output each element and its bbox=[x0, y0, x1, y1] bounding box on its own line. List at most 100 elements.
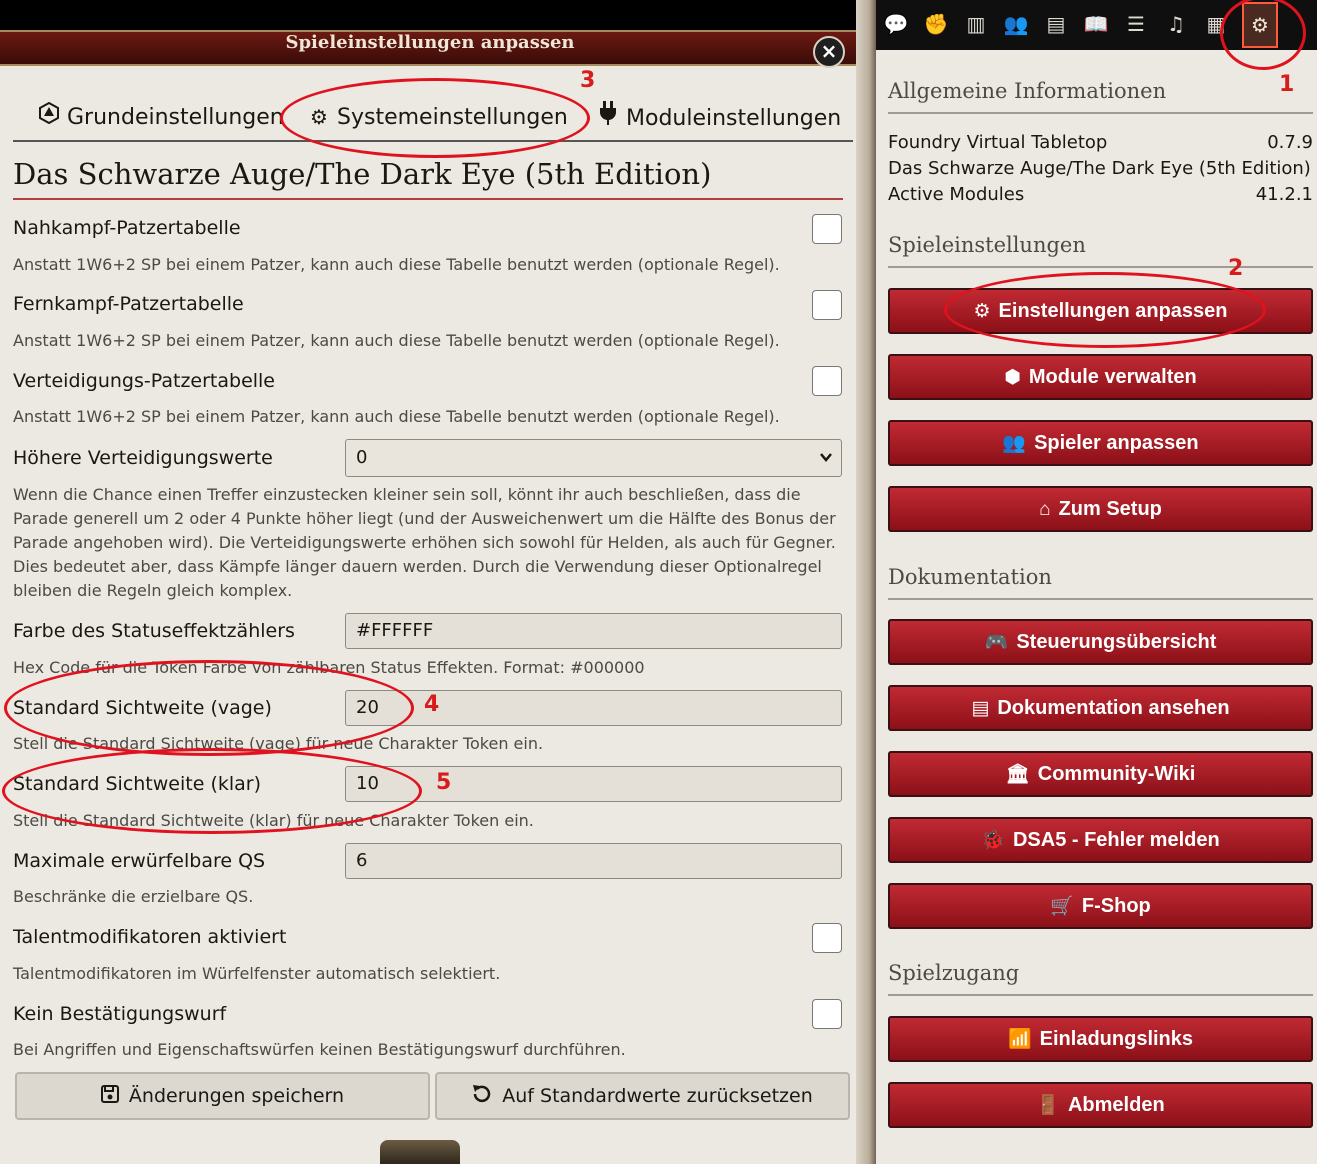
tab-module-settings-label: Moduleinstellungen bbox=[626, 106, 842, 131]
info-value: 41.2.1 bbox=[1255, 184, 1313, 205]
save-button-label: Änderungen speichern bbox=[128, 1085, 345, 1107]
higher-defense-value: 0 bbox=[356, 447, 368, 468]
button-label: Steuerungsübersicht bbox=[1016, 631, 1217, 653]
button-label: Community-Wiki bbox=[1037, 763, 1196, 785]
ranged-fumble-checkbox[interactable] bbox=[812, 290, 842, 320]
game-access-header: Spielzugang bbox=[888, 958, 1313, 996]
button-label: DSA5 - Fehler melden bbox=[1012, 829, 1220, 851]
info-name: Active Modules bbox=[888, 184, 1025, 205]
invitation-links-button[interactable]: 📶 Einladungslinks bbox=[888, 1016, 1313, 1062]
general-info-header: Allgemeine Informationen bbox=[888, 76, 1313, 114]
info-name: Foundry Virtual Tabletop bbox=[888, 132, 1108, 153]
setting-label-melee-fumble: Nahkampf-Patzertabelle bbox=[13, 217, 241, 239]
annotation-number-4: 4 bbox=[424, 692, 440, 717]
dialog-title: Spieleinstellungen anpassen bbox=[285, 32, 575, 53]
cart-icon: 🛒 bbox=[1050, 896, 1074, 917]
annotation-number-1: 1 bbox=[1279, 72, 1295, 97]
landmark-icon: 🏛 bbox=[1005, 764, 1030, 785]
community-wiki-button[interactable]: 🏛 Community-Wiki bbox=[888, 751, 1313, 797]
game-settings-header: Spieleinstellungen bbox=[888, 230, 1313, 268]
sight-dim-input[interactable]: 20 bbox=[345, 690, 842, 726]
setting-label-no-confirm: Kein Bestätigungswurf bbox=[13, 1003, 227, 1025]
annotation-circle-2 bbox=[944, 272, 1266, 348]
cube-icon: ⬢ bbox=[1004, 367, 1021, 388]
save-icon bbox=[100, 1075, 119, 1119]
annotation-circle-3 bbox=[280, 78, 590, 158]
annotation-circle-5 bbox=[2, 748, 422, 834]
sidebar: 💬 ✊ ▥ 👥 ▤ 📖 ☰ ♫ ▦ ⚙ Allgemeine Informati… bbox=[876, 0, 1317, 1164]
setting-hint-talent-mods: Talentmodifikatoren im Würfelfenster aut… bbox=[13, 964, 501, 983]
actors-icon[interactable]: 👥 bbox=[1002, 10, 1030, 38]
view-docs-button[interactable]: ▤ Dokumentation ansehen bbox=[888, 685, 1313, 731]
defense-fumble-checkbox[interactable] bbox=[812, 366, 842, 396]
max-qs-input[interactable]: 6 bbox=[345, 843, 842, 879]
bug-icon: 🐞 bbox=[981, 830, 1005, 851]
status-color-input[interactable]: #FFFFFF bbox=[345, 613, 842, 649]
button-label: Spieler anpassen bbox=[1034, 432, 1199, 454]
close-icon: × bbox=[820, 39, 838, 63]
annotation-number-3: 3 bbox=[580, 68, 596, 93]
no-confirm-checkbox[interactable] bbox=[812, 999, 842, 1029]
save-button[interactable]: Änderungen speichern bbox=[15, 1072, 430, 1120]
gamepad-icon: 🎮 bbox=[984, 632, 1009, 653]
talent-mods-checkbox[interactable] bbox=[812, 923, 842, 953]
tab-module-settings[interactable]: Moduleinstellungen bbox=[596, 101, 841, 133]
controls-reference-button[interactable]: 🎮 Steuerungsübersicht bbox=[888, 619, 1313, 665]
dialog-bottom-ornament bbox=[380, 1140, 460, 1164]
setting-label-talent-mods: Talentmodifikatoren aktiviert bbox=[13, 926, 287, 948]
setting-label-higher-defense: Höhere Verteidigungswerte bbox=[13, 447, 273, 469]
playlist-icon[interactable]: ♫ bbox=[1162, 10, 1190, 38]
setting-hint-no-confirm: Bei Angriffen und Eigenschaftswürfen kei… bbox=[13, 1040, 626, 1059]
chat-icon[interactable]: 💬 bbox=[882, 10, 910, 38]
info-row-system: Das Schwarze Auge/The Dark Eye (5th Edit… bbox=[888, 156, 1313, 182]
tables-icon[interactable]: ☰ bbox=[1122, 10, 1150, 38]
higher-defense-select[interactable]: 0 bbox=[345, 439, 842, 477]
manage-modules-button[interactable]: ⬢ Module verwalten bbox=[888, 354, 1313, 400]
dialog-parchment-edge bbox=[856, 0, 878, 1164]
tab-core-settings[interactable]: Grundeinstellungen bbox=[37, 101, 284, 133]
setting-hint-max-qs: Beschränke die erzielbare QS. bbox=[13, 887, 254, 906]
logout-button[interactable]: 🚪 Abmelden bbox=[888, 1082, 1313, 1128]
chevron-down-icon bbox=[819, 440, 833, 489]
button-label: Module verwalten bbox=[1028, 366, 1197, 388]
reset-button[interactable]: Auf Standardwerte zurücksetzen bbox=[435, 1072, 850, 1120]
setting-label-status-color: Farbe des Statuseffektzählers bbox=[13, 620, 295, 642]
button-label: F-Shop bbox=[1081, 895, 1151, 917]
items-icon[interactable]: ▤ bbox=[1042, 10, 1070, 38]
button-label: Einladungslinks bbox=[1039, 1028, 1194, 1050]
setting-label-ranged-fumble: Fernkampf-Patzertabelle bbox=[13, 293, 244, 315]
d20-icon bbox=[37, 101, 61, 133]
setting-label-defense-fumble: Verteidigungs-Patzertabelle bbox=[13, 370, 276, 392]
map-icon[interactable]: ▥ bbox=[962, 10, 990, 38]
button-label: Zum Setup bbox=[1058, 498, 1162, 520]
f-shop-button[interactable]: 🛒 F-Shop bbox=[888, 883, 1313, 929]
configure-players-button[interactable]: 👥 Spieler anpassen bbox=[888, 420, 1313, 466]
tab-core-settings-label: Grundeinstellungen bbox=[67, 105, 284, 130]
button-label: Dokumentation ansehen bbox=[997, 697, 1230, 719]
setting-hint-higher-defense: Wenn die Chance einen Treffer einzusteck… bbox=[13, 485, 836, 600]
annotation-number-2: 2 bbox=[1228, 256, 1244, 281]
melee-fumble-checkbox[interactable] bbox=[812, 214, 842, 244]
return-setup-button[interactable]: ⌂ Zum Setup bbox=[888, 486, 1313, 532]
users-icon: 👥 bbox=[1002, 433, 1027, 454]
button-label: Abmelden bbox=[1067, 1094, 1165, 1116]
info-name: Das Schwarze Auge/The Dark Eye (5th Edit… bbox=[888, 158, 1311, 179]
reset-button-label: Auf Standardwerte zurücksetzen bbox=[502, 1085, 813, 1107]
report-bug-button[interactable]: 🐞 DSA5 - Fehler melden bbox=[888, 817, 1313, 863]
journal-icon[interactable]: 📖 bbox=[1082, 10, 1110, 38]
annotation-circle-4 bbox=[4, 660, 414, 756]
setting-label-max-qs: Maximale erwürfelbare QS bbox=[13, 850, 266, 872]
info-row-foundry: Foundry Virtual Tabletop 0.7.9 bbox=[888, 130, 1313, 156]
undo-icon bbox=[472, 1075, 492, 1119]
combat-icon[interactable]: ✊ bbox=[922, 10, 950, 38]
info-row-modules: Active Modules 41.2.1 bbox=[888, 182, 1313, 208]
door-icon: 🚪 bbox=[1036, 1095, 1060, 1116]
wifi-icon: 📶 bbox=[1007, 1029, 1032, 1050]
setting-hint-melee-fumble: Anstatt 1W6+2 SP bei einem Patzer, kann … bbox=[13, 255, 780, 274]
system-title: Das Schwarze Auge/The Dark Eye (5th Edit… bbox=[13, 154, 843, 200]
setting-hint-ranged-fumble: Anstatt 1W6+2 SP bei einem Patzer, kann … bbox=[13, 331, 780, 350]
close-button[interactable]: × bbox=[813, 36, 845, 68]
setting-hint-defense-fumble: Anstatt 1W6+2 SP bei einem Patzer, kann … bbox=[13, 407, 780, 426]
plug-icon bbox=[596, 101, 620, 134]
settings-dialog: Spieleinstellungen anpassen × Grundeinst… bbox=[0, 0, 876, 1164]
